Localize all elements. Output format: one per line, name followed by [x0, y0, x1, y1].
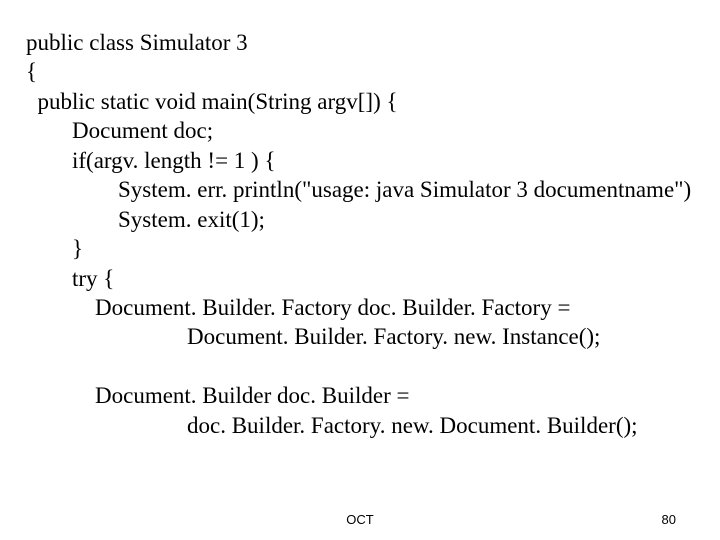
code-line: System. exit(1);	[26, 207, 265, 232]
code-line: public class Simulator 3	[26, 30, 248, 55]
code-line: }	[26, 236, 83, 261]
code-line: Document. Builder. Factory doc. Builder.…	[26, 295, 570, 320]
code-line: doc. Builder. Factory. new. Document. Bu…	[26, 413, 638, 438]
code-line: if(argv. length != 1 ) {	[26, 148, 276, 173]
code-line: Document doc;	[26, 118, 213, 143]
slide: public class Simulator 3 { public static…	[0, 0, 720, 540]
page-number: 80	[662, 512, 676, 527]
code-line: try {	[26, 266, 114, 291]
code-line: System. err. println("usage: java Simula…	[26, 177, 691, 202]
code-line: Document. Builder. Factory. new. Instanc…	[26, 324, 600, 349]
code-block: public class Simulator 3 { public static…	[26, 28, 691, 440]
code-line: Document. Builder doc. Builder =	[26, 383, 409, 408]
code-line: {	[26, 59, 37, 84]
footer-center-label: OCT	[346, 512, 373, 527]
code-line: public static void main(String argv[]) {	[26, 89, 398, 114]
